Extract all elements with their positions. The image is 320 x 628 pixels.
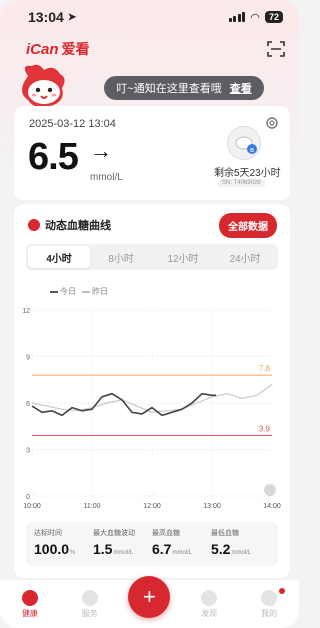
app-screen: 13:04 ➤ ◠ 72 iCan 爱看 叮~通知在这里查看哦 查看 2025-… <box>0 0 299 628</box>
tab-service[interactable]: 服务 <box>60 589 120 619</box>
tab-24h[interactable]: 24小时 <box>214 246 276 268</box>
add-button[interactable]: + <box>128 576 171 618</box>
glucose-unit: mmol/L <box>90 172 123 183</box>
upper-threshold-label: 7.8 <box>259 364 271 373</box>
service-icon <box>81 589 98 606</box>
logo-text: iCan <box>26 40 59 58</box>
status-time: 13:04 ➤ <box>28 9 76 25</box>
curve-title-text: 动态血糖曲线 <box>45 220 111 232</box>
logo-cn: 爱看 <box>61 41 90 57</box>
y-tick-label: 6 <box>26 401 30 408</box>
sensor-sn: SN: T4069026 <box>218 179 265 187</box>
mine-icon <box>261 589 278 606</box>
chart-refresh-icon <box>264 484 276 496</box>
sensor-icon[interactable]: ʙ <box>227 126 261 160</box>
y-tick-label: 12 <box>22 308 30 315</box>
app-logo: iCan 爱看 <box>26 39 90 59</box>
svg-text:ʙ: ʙ <box>250 146 254 154</box>
status-bar: 13:04 ➤ ◠ 72 <box>0 0 299 34</box>
notice-view-link[interactable]: 查看 <box>230 80 252 96</box>
signal-icon <box>228 12 246 22</box>
x-tick-label: 11:00 <box>84 503 101 510</box>
current-reading-card: 2025-03-12 13:04 6.5 → mmol/L ʙ 剩余5天23小时… <box>14 106 290 200</box>
glucose-curve-card: 动态血糖曲线 全部数据 4小时 8小时 12小时 24小时 今日 昨日 0 3 6 9… <box>14 204 290 578</box>
location-icon: ➤ <box>67 11 77 23</box>
tab-discover[interactable]: 发现 <box>179 589 239 619</box>
tab-8h[interactable]: 8小时 <box>90 246 152 268</box>
series-line-today <box>31 392 216 417</box>
range-tabs: 4小时 8小时 12小时 24小时 <box>26 244 278 270</box>
tab-health[interactable]: 健康 <box>0 589 60 619</box>
scan-icon[interactable] <box>267 41 285 57</box>
y-tick-label: 0 <box>26 494 30 501</box>
notification-bubble[interactable]: 叮~通知在这里查看哦 查看 <box>104 76 264 100</box>
settings-icon[interactable] <box>265 116 279 130</box>
stat-max-fluctuation: 最大血糖波动 1.5mmol/L <box>93 530 135 557</box>
status-icons: ◠ 72 <box>228 11 283 24</box>
y-tick-label: 9 <box>26 355 30 362</box>
curve-icon <box>28 219 40 231</box>
curve-title: 动态血糖曲线 <box>28 217 111 233</box>
stats-panel: 达标时间 100.0% 最大血糖波动 1.5mmol/L 最高血糖 6.7mmo… <box>26 522 278 566</box>
all-data-button[interactable]: 全部数据 <box>219 213 277 238</box>
stat-lowest: 最低血糖 5.2mmol/L <box>211 530 252 557</box>
x-tick-label: 14:00 <box>263 503 281 510</box>
y-tick-label: 3 <box>26 448 30 455</box>
wifi-icon: ◠ <box>250 11 260 24</box>
glucose-chart: 0 3 6 9 12 10:00 11:00 12:00 13:00 14:00 7.8 3.9 <box>22 308 281 510</box>
tab-12h[interactable]: 12小时 <box>152 246 214 268</box>
x-tick-label: 12:00 <box>143 503 161 510</box>
health-icon <box>21 589 38 606</box>
app-header: iCan 爱看 <box>26 38 285 60</box>
notice-text: 叮~通知在这里查看哦 <box>116 83 222 95</box>
chart-legend: 今日 昨日 <box>50 286 108 297</box>
stat-highest: 最高血糖 6.7mmol/L <box>152 530 193 557</box>
stat-in-range: 达标时间 100.0% <box>34 530 76 557</box>
add-wrapper: + <box>120 576 180 618</box>
glucose-value: 6.5 <box>28 136 79 178</box>
battery-icon: 72 <box>264 11 283 23</box>
tab-mine[interactable]: 我的 <box>239 587 299 619</box>
x-tick-label: 10:00 <box>23 503 41 510</box>
bottom-tab-bar: 健康 服务 + 发现 我的 <box>0 576 299 628</box>
reading-datetime: 2025-03-12 13:04 <box>29 118 116 130</box>
legend-today: 今日 <box>50 286 76 297</box>
sensor-remaining: 剩余5天23小时 <box>214 168 281 179</box>
clock-text: 13:04 <box>28 9 64 25</box>
legend-yesterday: 昨日 <box>82 286 108 297</box>
trend-arrow-icon: → <box>90 138 112 163</box>
tab-4h[interactable]: 4小时 <box>28 246 90 268</box>
x-tick-label: 13:00 <box>203 503 221 510</box>
lower-threshold-label: 3.9 <box>259 425 271 434</box>
discover-icon <box>201 589 218 606</box>
notification-dot <box>278 587 285 594</box>
